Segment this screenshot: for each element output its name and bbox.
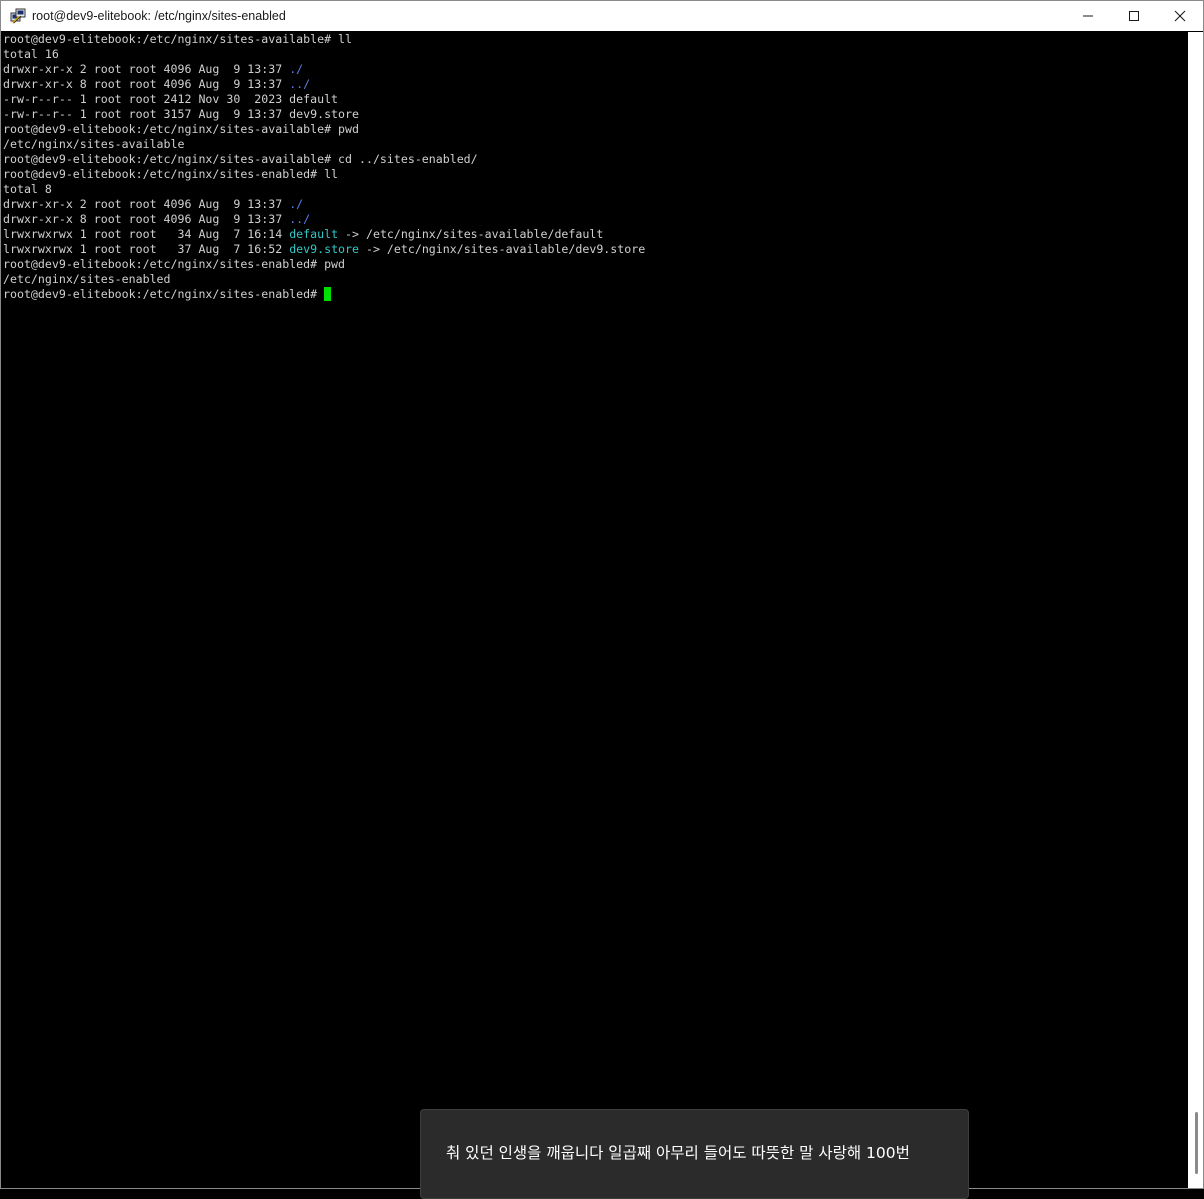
terminal-text: root@dev9-elitebook:/etc/nginx/sites-ena… bbox=[3, 257, 346, 271]
terminal-line: drwxr-xr-x 2 root root 4096 Aug 9 13:37 … bbox=[3, 197, 1187, 212]
terminal-text: -> /etc/nginx/sites-available/default bbox=[338, 227, 604, 241]
terminal-line: total 8 bbox=[3, 182, 1187, 197]
terminal-output[interactable]: root@dev9-elitebook:/etc/nginx/sites-ava… bbox=[1, 32, 1187, 1188]
terminal-text: -rw-r--r-- 1 root root 2412 Nov 30 2023 … bbox=[3, 92, 339, 106]
terminal-text: root@dev9-elitebook:/etc/nginx/sites-ena… bbox=[3, 167, 339, 181]
title-bar[interactable]: root@dev9-elitebook: /etc/nginx/sites-en… bbox=[1, 1, 1203, 31]
terminal-text: drwxr-xr-x 8 root root 4096 Aug 9 13:37 bbox=[3, 77, 290, 91]
terminal-line: root@dev9-elitebook:/etc/nginx/sites-ena… bbox=[3, 257, 1187, 272]
terminal-line: root@dev9-elitebook:/etc/nginx/sites-ava… bbox=[3, 122, 1187, 137]
symlink-name: default bbox=[289, 227, 339, 241]
putty-icon[interactable] bbox=[10, 8, 26, 24]
terminal-line: root@dev9-elitebook:/etc/nginx/sites-ava… bbox=[3, 32, 1187, 47]
terminal-text: /etc/nginx/sites-available bbox=[3, 137, 185, 151]
terminal-text: -> /etc/nginx/sites-available/dev9.store bbox=[359, 242, 646, 256]
terminal-line: total 16 bbox=[3, 47, 1187, 62]
terminal-text: lrwxrwxrwx 1 root root 34 Aug 7 16:14 bbox=[3, 227, 290, 241]
terminal-text: drwxr-xr-x 2 root root 4096 Aug 9 13:37 bbox=[3, 62, 290, 76]
maximize-button[interactable] bbox=[1111, 1, 1157, 31]
maximize-icon bbox=[1129, 11, 1139, 21]
terminal-text: lrwxrwxrwx 1 root root 37 Aug 7 16:52 bbox=[3, 242, 290, 256]
terminal-line: drwxr-xr-x 2 root root 4096 Aug 9 13:37 … bbox=[3, 62, 1187, 77]
symlink-name: dev9.store bbox=[289, 242, 359, 256]
terminal-line: root@dev9-elitebook:/etc/nginx/sites-ena… bbox=[3, 287, 1187, 302]
terminal-line: drwxr-xr-x 8 root root 4096 Aug 9 13:37 … bbox=[3, 212, 1187, 227]
directory-name: ./ bbox=[289, 62, 304, 76]
terminal-text: total 8 bbox=[3, 182, 52, 196]
vertical-scrollbar[interactable] bbox=[1188, 32, 1203, 1188]
directory-name: ../ bbox=[289, 212, 311, 226]
terminal-window: root@dev9-elitebook: /etc/nginx/sites-en… bbox=[0, 0, 1204, 1189]
terminal-text: root@dev9-elitebook:/etc/nginx/sites-ava… bbox=[3, 122, 359, 136]
minimize-button[interactable] bbox=[1065, 1, 1111, 31]
window-title: root@dev9-elitebook: /etc/nginx/sites-en… bbox=[32, 9, 286, 23]
terminal-line: root@dev9-elitebook:/etc/nginx/sites-ena… bbox=[3, 167, 1187, 182]
terminal-line: drwxr-xr-x 8 root root 4096 Aug 9 13:37 … bbox=[3, 77, 1187, 92]
close-icon bbox=[1174, 10, 1186, 22]
terminal-line: -rw-r--r-- 1 root root 2412 Nov 30 2023 … bbox=[3, 92, 1187, 107]
terminal-line: lrwxrwxrwx 1 root root 37 Aug 7 16:52 de… bbox=[3, 242, 1187, 257]
toast-text: 춰 있던 인생을 깨웁니다 일곱째 아무리 들어도 따뜻한 말 사랑해 100번 bbox=[446, 1144, 910, 1162]
terminal-line: /etc/nginx/sites-enabled bbox=[3, 272, 1187, 287]
terminal-text: total 16 bbox=[3, 47, 59, 61]
close-button[interactable] bbox=[1157, 1, 1203, 31]
terminal-text: root@dev9-elitebook:/etc/nginx/sites-ava… bbox=[3, 152, 478, 166]
terminal-cursor bbox=[324, 287, 332, 301]
minimize-icon bbox=[1083, 15, 1093, 17]
terminal-line: lrwxrwxrwx 1 root root 34 Aug 7 16:14 de… bbox=[3, 227, 1187, 242]
directory-name: ./ bbox=[289, 197, 304, 211]
terminal-text: drwxr-xr-x 2 root root 4096 Aug 9 13:37 bbox=[3, 197, 290, 211]
terminal-text: /etc/nginx/sites-enabled bbox=[3, 272, 171, 286]
scrollbar-thumb[interactable] bbox=[1195, 1112, 1198, 1174]
terminal-text: drwxr-xr-x 8 root root 4096 Aug 9 13:37 bbox=[3, 212, 290, 226]
terminal-text: root@dev9-elitebook:/etc/nginx/sites-ava… bbox=[3, 32, 353, 46]
notification-toast[interactable]: 춰 있던 인생을 깨웁니다 일곱째 아무리 들어도 따뜻한 말 사랑해 100번 bbox=[420, 1109, 969, 1199]
terminal-line: root@dev9-elitebook:/etc/nginx/sites-ava… bbox=[3, 152, 1187, 167]
window-controls bbox=[1065, 1, 1203, 31]
directory-name: ../ bbox=[289, 77, 311, 91]
terminal-line: /etc/nginx/sites-available bbox=[3, 137, 1187, 152]
terminal-text: -rw-r--r-- 1 root root 3157 Aug 9 13:37 … bbox=[3, 107, 359, 121]
terminal-text: root@dev9-elitebook:/etc/nginx/sites-ena… bbox=[3, 287, 318, 301]
terminal-line: -rw-r--r-- 1 root root 3157 Aug 9 13:37 … bbox=[3, 107, 1187, 122]
